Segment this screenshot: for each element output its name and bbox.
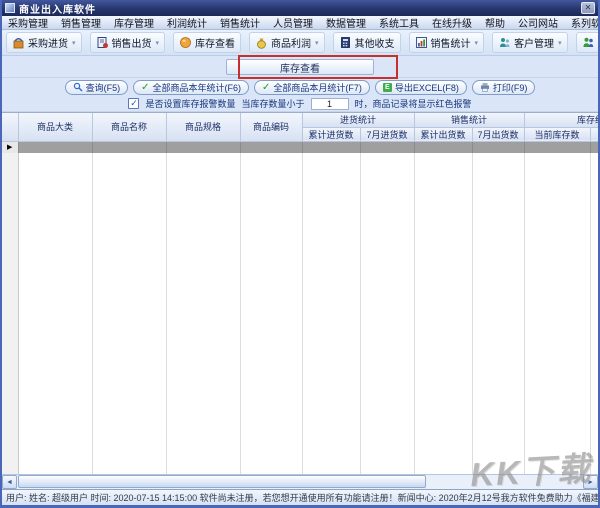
main-toolbar: 采购进货 ▾ 销售出货 ▾ 库存查看 商品利润 ▾ 其他收支 销售统计 ▾ bbox=[2, 30, 598, 56]
alarm-threshold-input[interactable] bbox=[311, 98, 349, 110]
status-bar: 用户: 姓名: 超级用户 时间: 2020-07-15 14:15:00 软件尚… bbox=[2, 489, 598, 505]
view-caption-strip: 库存查看 bbox=[2, 56, 598, 78]
row-marker-icon: ▶ bbox=[2, 141, 18, 153]
query-button[interactable]: 查询(F5) bbox=[65, 80, 129, 95]
all-year-stats-button[interactable]: ✓ 全部商品本年统计(F6) bbox=[133, 80, 249, 95]
menu-stock-mgmt[interactable]: 库存管理 bbox=[114, 15, 154, 30]
col-header-total-purchased[interactable]: 累计进货数 bbox=[302, 127, 360, 141]
checkbox-check-icon: ✓ bbox=[130, 99, 138, 108]
menu-online-upgrade[interactable]: 在线升级 bbox=[432, 15, 472, 30]
menu-purchase-mgmt[interactable]: 采购管理 bbox=[8, 15, 48, 30]
check-icon: ✓ bbox=[262, 82, 270, 93]
app-window: 商业出入库软件 ✕ 采购管理 销售管理 库存管理 利润统计 销售统计 人员管理 … bbox=[0, 0, 600, 508]
toolbar-button-label: 客户管理 bbox=[514, 35, 554, 50]
status-text: 用户: 姓名: 超级用户 时间: 2020-07-15 14:15:00 软件尚… bbox=[6, 491, 598, 504]
menu-system-tools[interactable]: 系统工具 bbox=[379, 15, 419, 30]
export-excel-label: 导出EXCEL(F8) bbox=[395, 81, 459, 94]
col-header-code[interactable]: 商品编码 bbox=[240, 113, 302, 141]
window-title: 商业出入库软件 bbox=[19, 1, 96, 16]
chevron-down-icon[interactable]: ▾ bbox=[475, 39, 479, 47]
alarm-mid-label: 当库存数量小于 bbox=[241, 97, 304, 110]
row-selector-header bbox=[2, 113, 18, 141]
sales-out-icon bbox=[96, 36, 109, 49]
alarm-checkbox-label: 是否设置库存报警数量 bbox=[145, 97, 235, 110]
menu-profit-stats[interactable]: 利润统计 bbox=[167, 15, 207, 30]
menu-product-series[interactable]: 系列软件产品 bbox=[571, 15, 600, 30]
inventory-grid: 商品大类 商品名称 商品规格 商品编码 进货统计 销售统计 库存统计 累计进货数… bbox=[2, 112, 598, 474]
col-header-july-stock[interactable]: 7月库存数 bbox=[590, 127, 598, 141]
col-header-category[interactable]: 商品大类 bbox=[18, 113, 92, 141]
toolbar-other-income-button[interactable]: 其他收支 bbox=[333, 32, 401, 53]
col-header-july-purchased[interactable]: 7月进货数 bbox=[360, 127, 414, 141]
col-header-current-stock[interactable]: 当前库存数 bbox=[524, 127, 590, 141]
view-caption: 库存查看 bbox=[226, 59, 374, 75]
chevron-down-icon[interactable]: ▾ bbox=[72, 39, 76, 47]
col-header-july-shipped[interactable]: 7月出货数 bbox=[472, 127, 524, 141]
group-header-stock-stats: 库存统计 bbox=[524, 113, 598, 127]
search-icon bbox=[73, 82, 83, 92]
other-income-icon bbox=[339, 36, 352, 49]
alarm-suffix-label: 时，商品记录将显示红色报警 bbox=[355, 97, 472, 110]
title-bar: 商业出入库软件 ✕ bbox=[2, 0, 598, 16]
view-caption-label: 库存查看 bbox=[280, 60, 320, 75]
menu-company-site[interactable]: 公司网站 bbox=[518, 15, 558, 30]
alarm-checkbox[interactable]: ✓ bbox=[128, 98, 139, 109]
stock-alarm-row: ✓ 是否设置库存报警数量 当库存数量小于 时，商品记录将显示红色报警 bbox=[2, 96, 598, 112]
toolbar-button-label: 销售统计 bbox=[431, 35, 471, 50]
toolbar-button-label: 其他收支 bbox=[355, 35, 395, 50]
purchase-in-icon bbox=[12, 36, 25, 49]
toolbar-customer-button[interactable]: 客户管理 ▾ bbox=[492, 32, 568, 53]
menu-data-mgmt[interactable]: 数据管理 bbox=[326, 15, 366, 30]
toolbar-button-label: 库存查看 bbox=[195, 35, 235, 50]
group-header-sales-stats: 销售统计 bbox=[414, 113, 524, 127]
menu-personnel-mgmt[interactable]: 人员管理 bbox=[273, 15, 313, 30]
export-excel-button[interactable]: E 导出EXCEL(F8) bbox=[375, 80, 467, 95]
col-header-name[interactable]: 商品名称 bbox=[92, 113, 166, 141]
horizontal-scrollbar[interactable]: ◄ ► bbox=[2, 474, 598, 489]
group-header-purchase-stats: 进货统计 bbox=[302, 113, 414, 127]
all-year-stats-label: 全部商品本年统计(F6) bbox=[152, 81, 241, 94]
toolbar-profit-button[interactable]: 商品利润 ▾ bbox=[249, 32, 325, 53]
sales-stats-icon bbox=[415, 36, 428, 49]
toolbar-purchase-in-button[interactable]: 采购进货 ▾ bbox=[6, 32, 82, 53]
scroll-right-icon[interactable]: ► bbox=[583, 475, 598, 489]
toolbar-sales-stats-button[interactable]: 销售统计 ▾ bbox=[409, 32, 485, 53]
customer-icon bbox=[498, 36, 511, 49]
toolbar-button-label: 销售出货 bbox=[112, 35, 152, 50]
app-icon bbox=[5, 3, 15, 13]
toolbar-staff-button[interactable]: 员工管理 bbox=[576, 32, 600, 53]
col-header-spec[interactable]: 商品规格 bbox=[166, 113, 240, 141]
scroll-left-icon[interactable]: ◄ bbox=[2, 475, 17, 489]
selected-empty-row[interactable]: ▶ bbox=[2, 141, 598, 153]
menu-sales-stats[interactable]: 销售统计 bbox=[220, 15, 260, 30]
scrollbar-thumb[interactable] bbox=[18, 475, 426, 488]
all-month-stats-button[interactable]: ✓ 全部商品本月统计(F7) bbox=[254, 80, 370, 95]
toolbar-sales-out-button[interactable]: 销售出货 ▾ bbox=[90, 32, 166, 53]
col-header-total-shipped[interactable]: 累计出货数 bbox=[414, 127, 472, 141]
toolbar-button-label: 采购进货 bbox=[28, 35, 68, 50]
excel-icon: E bbox=[383, 83, 392, 92]
chevron-down-icon[interactable]: ▾ bbox=[156, 39, 160, 47]
menu-bar: 采购管理 销售管理 库存管理 利润统计 销售统计 人员管理 数据管理 系统工具 … bbox=[2, 16, 598, 30]
menu-help[interactable]: 帮助 bbox=[485, 15, 505, 30]
chevron-down-icon[interactable]: ▾ bbox=[315, 39, 319, 47]
print-button[interactable]: 打印(F9) bbox=[472, 80, 536, 95]
profit-icon bbox=[255, 36, 268, 49]
toolbar-button-label: 商品利润 bbox=[271, 35, 311, 50]
close-icon[interactable]: ✕ bbox=[581, 2, 595, 14]
staff-icon bbox=[582, 36, 595, 49]
toolbar-stock-view-button[interactable]: 库存查看 bbox=[173, 32, 241, 53]
print-button-label: 打印(F9) bbox=[493, 81, 528, 94]
check-icon: ✓ bbox=[141, 82, 149, 93]
menu-sales-mgmt[interactable]: 销售管理 bbox=[61, 15, 101, 30]
stock-view-icon bbox=[179, 36, 192, 49]
printer-icon bbox=[480, 82, 490, 92]
query-button-label: 查询(F5) bbox=[86, 81, 121, 94]
scrollbar-track[interactable] bbox=[17, 475, 583, 489]
empty-grid-area bbox=[2, 153, 598, 475]
action-button-row: 查询(F5) ✓ 全部商品本年统计(F6) ✓ 全部商品本月统计(F7) E 导… bbox=[2, 78, 598, 96]
all-month-stats-label: 全部商品本月统计(F7) bbox=[273, 81, 362, 94]
chevron-down-icon[interactable]: ▾ bbox=[558, 39, 562, 47]
